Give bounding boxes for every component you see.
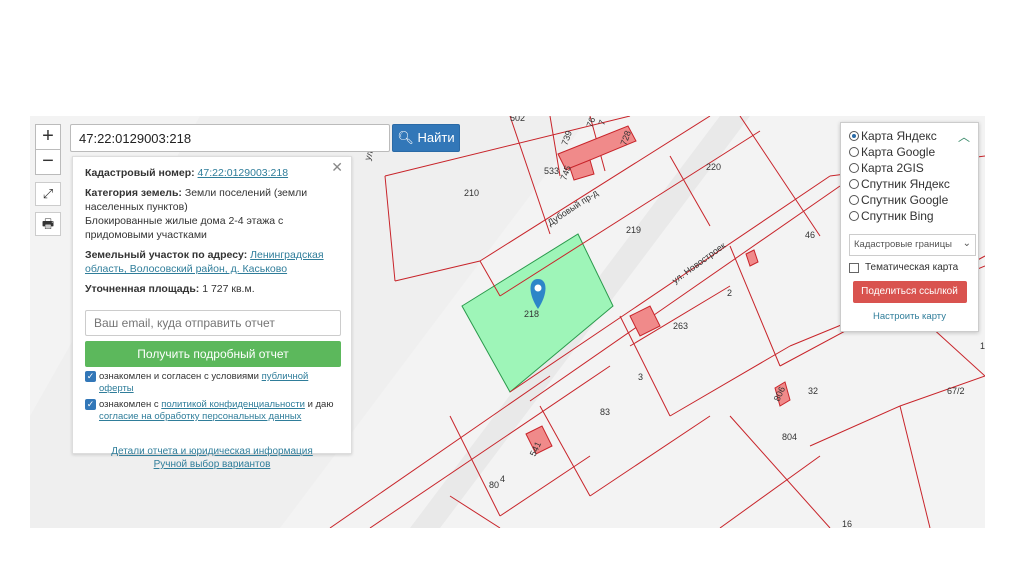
basemap-option[interactable]: Карта Google [849, 144, 970, 160]
report-details-link[interactable]: Детали отчета и юридическая информация [111, 446, 313, 457]
cadastral-number-link[interactable]: 47:22:0129003:218 [198, 167, 289, 179]
basemap-option[interactable]: Спутник Яндекс [849, 176, 970, 192]
basemap-option-label: Спутник Google [861, 193, 949, 207]
checkbox[interactable] [849, 262, 859, 273]
get-report-button[interactable]: Получить подробный отчет [85, 341, 341, 367]
checkbox-checked-icon[interactable]: ✓ [85, 399, 96, 410]
parcel-label: 3 [638, 372, 643, 382]
zoom-in-button[interactable]: + [35, 124, 61, 150]
parcel-label: 4 [500, 474, 505, 484]
print-icon[interactable]: 🖶 [35, 212, 61, 236]
cadastral-label: Кадастровый номер: [85, 167, 195, 179]
consent-privacy-label: ознакомлен с [99, 399, 159, 410]
radio-button[interactable] [849, 131, 859, 141]
cadastral-row: Кадастровый номер: 47:22:0129003:218 [85, 166, 339, 180]
consent-privacy-tail: и даю [307, 399, 334, 410]
consent-offer-text: ознакомлен и согласен с условиями публич… [99, 371, 339, 395]
category-row: Категория земель: Земли поселений (земли… [85, 186, 339, 214]
boundary-select[interactable]: Кадастровые границы ⌄ [849, 234, 976, 256]
parcel-label: 804 [782, 432, 797, 442]
radio-button[interactable] [849, 147, 859, 157]
parcel-label: 210 [464, 188, 479, 198]
parcel-info-panel: ✕ Кадастровый номер: 47:22:0129003:218 К… [72, 156, 352, 470]
parcel-label: 80 [489, 480, 499, 490]
usage-text: Блокированные жилые дома 2-4 этажа с при… [85, 215, 284, 241]
basemap-option-label: Спутник Bing [861, 209, 934, 223]
personal-data-consent-link[interactable]: согласие на обработку персональных данны… [99, 411, 301, 422]
parcel-label: 219 [626, 225, 641, 235]
checkbox-checked-icon[interactable]: ✓ [85, 371, 96, 382]
area-label: Уточненная площадь: [85, 283, 200, 295]
boundary-select-value: Кадастровые границы [854, 239, 952, 250]
parcel-label: 46 [805, 230, 815, 240]
parcel-label: 533 [544, 166, 559, 176]
radio-button[interactable] [849, 179, 859, 189]
consent-privacy-text: ознакомлен с политикой конфиденциальност… [99, 399, 339, 423]
thematic-map-label: Тематическая карта [865, 262, 959, 273]
area-value: 1 727 кв.м. [202, 283, 255, 295]
search-button[interactable]: 🔍︎ Найти [392, 124, 460, 152]
address-row: Земельный участок по адресу: Ленинградск… [85, 248, 339, 276]
parcel-label: 1 [980, 341, 985, 351]
basemap-options: Карта Яндекс Карта Google Карта 2GIS Спутни… [849, 128, 970, 224]
basemap-option[interactable]: Спутник Bing [849, 208, 970, 224]
parcel-label: 67/2 [947, 386, 965, 396]
basemap-option[interactable]: Карта Яндекс [849, 128, 970, 144]
chevron-down-icon: ⌄ [962, 238, 971, 249]
basemap-option-label: Карта Google [861, 145, 936, 159]
configure-map-link[interactable]: Настроить карту [849, 311, 970, 322]
address-label: Земельный участок по адресу: [85, 249, 248, 261]
thematic-map-toggle[interactable]: Тематическая карта [849, 262, 970, 273]
email-field[interactable] [85, 310, 341, 336]
area-row: Уточненная площадь: 1 727 кв.м. [85, 282, 339, 296]
fullscreen-icon[interactable]: ⤢ [35, 182, 61, 206]
consent-privacy: ✓ ознакомлен с политикой конфиденциально… [85, 399, 339, 423]
consent-offer: ✓ ознакомлен и согласен с условиями публ… [85, 371, 339, 395]
share-link-button[interactable]: Поделиться ссылкой [852, 281, 967, 303]
basemap-option-label: Карта Яндекс [861, 129, 937, 143]
parcel-label: 220 [706, 162, 721, 172]
parcel-label: 263 [673, 321, 688, 331]
basemap-option-label: Спутник Яндекс [861, 177, 950, 191]
parcel-label: 32 [808, 386, 818, 396]
search-input[interactable] [70, 124, 390, 152]
basemap-option-label: Карта 2GIS [861, 161, 924, 175]
parcel-label: 218 [524, 309, 539, 319]
consent-offer-label: ознакомлен и согласен с условиями [99, 371, 259, 382]
parcel-label: 83 [600, 407, 610, 417]
search-button-label: Найти [417, 130, 455, 145]
privacy-policy-link[interactable]: политикой конфиденциальности [161, 399, 305, 410]
parcel-label: 2 [727, 288, 732, 298]
manual-selection-link[interactable]: Ручной выбор вариантов [154, 459, 271, 470]
radio-button[interactable] [849, 195, 859, 205]
basemap-option[interactable]: Карта 2GIS [849, 160, 970, 176]
chevron-up-icon[interactable]: ︿ [958, 128, 970, 145]
footer-links: Детали отчета и юридическая информация Р… [85, 445, 339, 471]
basemap-option[interactable]: Спутник Google [849, 192, 970, 208]
radio-button[interactable] [849, 211, 859, 221]
zoom-out-button[interactable]: − [35, 149, 61, 175]
layers-panel: ︿ Карта Яндекс Карта Google Карта 2GIS Спут… [840, 122, 979, 332]
parcel-label: 502 [510, 116, 525, 123]
search-icon: 🔍︎ [397, 130, 414, 145]
parcel-label: 16 [842, 519, 852, 528]
radio-button[interactable] [849, 163, 859, 173]
close-icon[interactable]: ✕ [331, 160, 343, 174]
category-label: Категория земель: [85, 187, 182, 199]
